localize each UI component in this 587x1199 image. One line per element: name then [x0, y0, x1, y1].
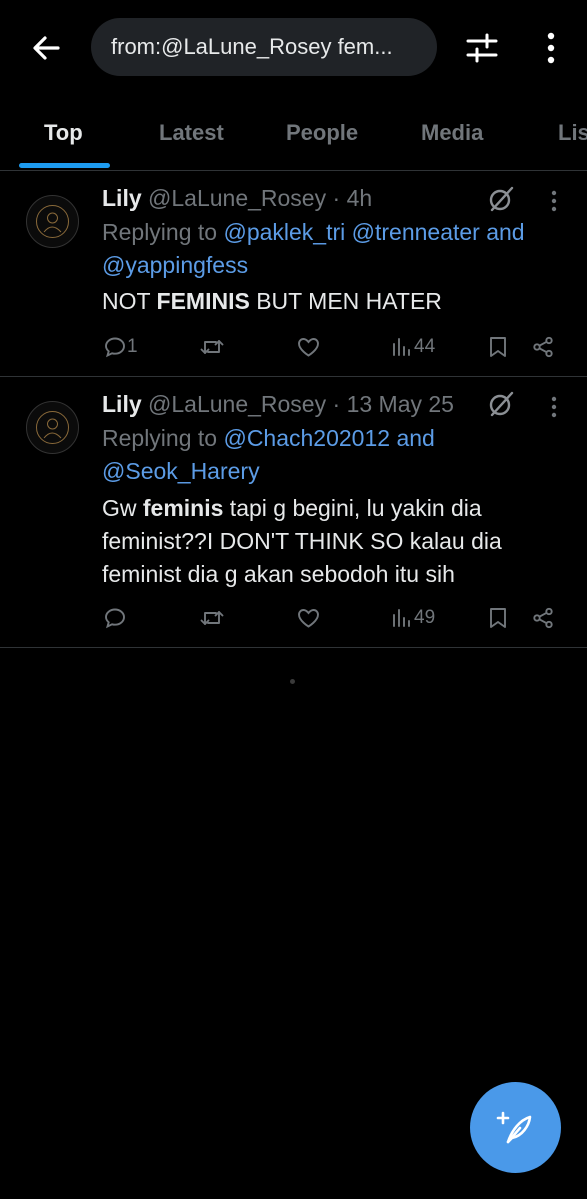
like-button[interactable] — [296, 603, 321, 633]
avatar[interactable] — [26, 401, 79, 454]
more-options-icon[interactable] — [536, 28, 566, 68]
grok-icon[interactable] — [486, 389, 516, 419]
bookmark-button[interactable] — [487, 603, 509, 633]
tab-top[interactable]: Top — [44, 120, 83, 146]
search-input[interactable]: from:@LaLune_Rosey fem... — [91, 18, 437, 76]
replying-to: Replying to @paklek_tri @trenneater and … — [102, 216, 572, 282]
reply-mentions[interactable]: @paklek_tri @trenneater and — [223, 219, 524, 245]
active-tab-indicator — [19, 163, 110, 168]
compose-feather-icon — [496, 1111, 531, 1143]
top-bar: from:@LaLune_Rosey fem... — [0, 0, 587, 96]
views-button[interactable]: 44 — [390, 332, 435, 362]
view-count: 44 — [414, 336, 436, 357]
repost-icon — [200, 340, 224, 354]
post-text: Gw feminis tapi g begini, lu yakin dia f… — [102, 492, 572, 591]
heart-icon — [298, 609, 319, 628]
post-header: Lily @LaLune_Rosey · 4h — [102, 185, 372, 212]
bookmark-button[interactable] — [487, 332, 509, 362]
post-menu-icon[interactable] — [544, 185, 564, 215]
views-icon — [393, 609, 410, 627]
post-header: Lily @LaLune_Rosey · 13 May 25 — [102, 391, 454, 418]
display-name[interactable]: Lily — [102, 185, 142, 211]
avatar[interactable] — [26, 195, 79, 248]
separator: · — [332, 391, 341, 417]
back-arrow-icon[interactable] — [26, 28, 66, 68]
reply-icon — [105, 608, 125, 629]
post-text-highlight: feminis — [142, 495, 224, 521]
reply-mention[interactable]: @yappingfess — [102, 252, 248, 278]
separator: · — [332, 185, 341, 211]
bookmark-icon — [490, 337, 506, 357]
share-button[interactable] — [531, 332, 555, 362]
post-text-highlight: FEMINIS — [156, 288, 250, 314]
loading-indicator — [290, 679, 295, 684]
post-actions: 1 44 — [0, 332, 587, 362]
bookmark-icon — [490, 608, 506, 628]
tab-people[interactable]: People — [286, 120, 358, 146]
tab-lists[interactable]: Lis — [558, 120, 587, 146]
user-handle[interactable]: @LaLune_Rosey — [148, 391, 326, 417]
post-text: NOT FEMINIS BUT MEN HATER — [102, 285, 572, 318]
post-text-line: feminist dia g akan sebodoh itu sih — [102, 561, 455, 587]
share-icon — [533, 607, 553, 629]
reply-mentions[interactable]: @Chach202012 and — [223, 425, 434, 451]
views-icon — [393, 338, 410, 356]
search-filter-icon[interactable] — [462, 28, 502, 68]
repost-button[interactable] — [199, 332, 225, 362]
display-name[interactable]: Lily — [102, 391, 142, 417]
share-icon — [533, 336, 553, 358]
like-button[interactable] — [296, 332, 321, 362]
reply-mention[interactable]: @Seok_Harery — [102, 458, 260, 484]
repost-button[interactable] — [199, 603, 225, 633]
compose-post-button[interactable] — [470, 1082, 561, 1173]
grok-icon[interactable] — [486, 184, 516, 214]
share-button[interactable] — [531, 603, 555, 633]
post[interactable]: Lily @LaLune_Rosey · 4h Replying to @pak… — [0, 171, 587, 377]
reply-count: 1 — [127, 336, 138, 357]
reply-button[interactable]: 1 — [103, 332, 138, 362]
views-button[interactable]: 49 — [390, 603, 435, 633]
post-time: 4h — [346, 185, 373, 211]
search-query: from:@LaLune_Rosey fem... — [111, 34, 393, 59]
post-text-part: BUT MEN HATER — [249, 288, 442, 314]
post-actions: 49 — [0, 603, 587, 633]
reply-button[interactable] — [103, 603, 127, 633]
replying-to: Replying to @Chach202012 and @Seok_Harer… — [102, 422, 572, 488]
view-count: 49 — [414, 607, 436, 628]
heart-icon — [298, 338, 319, 357]
post-text-part: Gw — [102, 495, 143, 521]
search-tabs: Top Latest People Media Lis — [0, 100, 587, 171]
post[interactable]: Lily @LaLune_Rosey · 13 May 25 Replying … — [0, 377, 587, 648]
replying-label: Replying to — [102, 425, 218, 451]
reply-icon — [105, 337, 125, 358]
replying-label: Replying to — [102, 219, 218, 245]
post-time: 13 May 25 — [346, 391, 454, 417]
post-text-line: feminist??I DON'T THINK SO kalau dia — [102, 528, 502, 554]
post-text-part: tapi g begini, lu yakin dia — [223, 495, 482, 521]
repost-icon — [200, 611, 224, 625]
post-menu-icon[interactable] — [544, 391, 564, 421]
tab-latest[interactable]: Latest — [159, 120, 224, 146]
post-text-part: NOT — [102, 288, 157, 314]
user-handle[interactable]: @LaLune_Rosey — [148, 185, 326, 211]
tab-media[interactable]: Media — [421, 120, 483, 146]
